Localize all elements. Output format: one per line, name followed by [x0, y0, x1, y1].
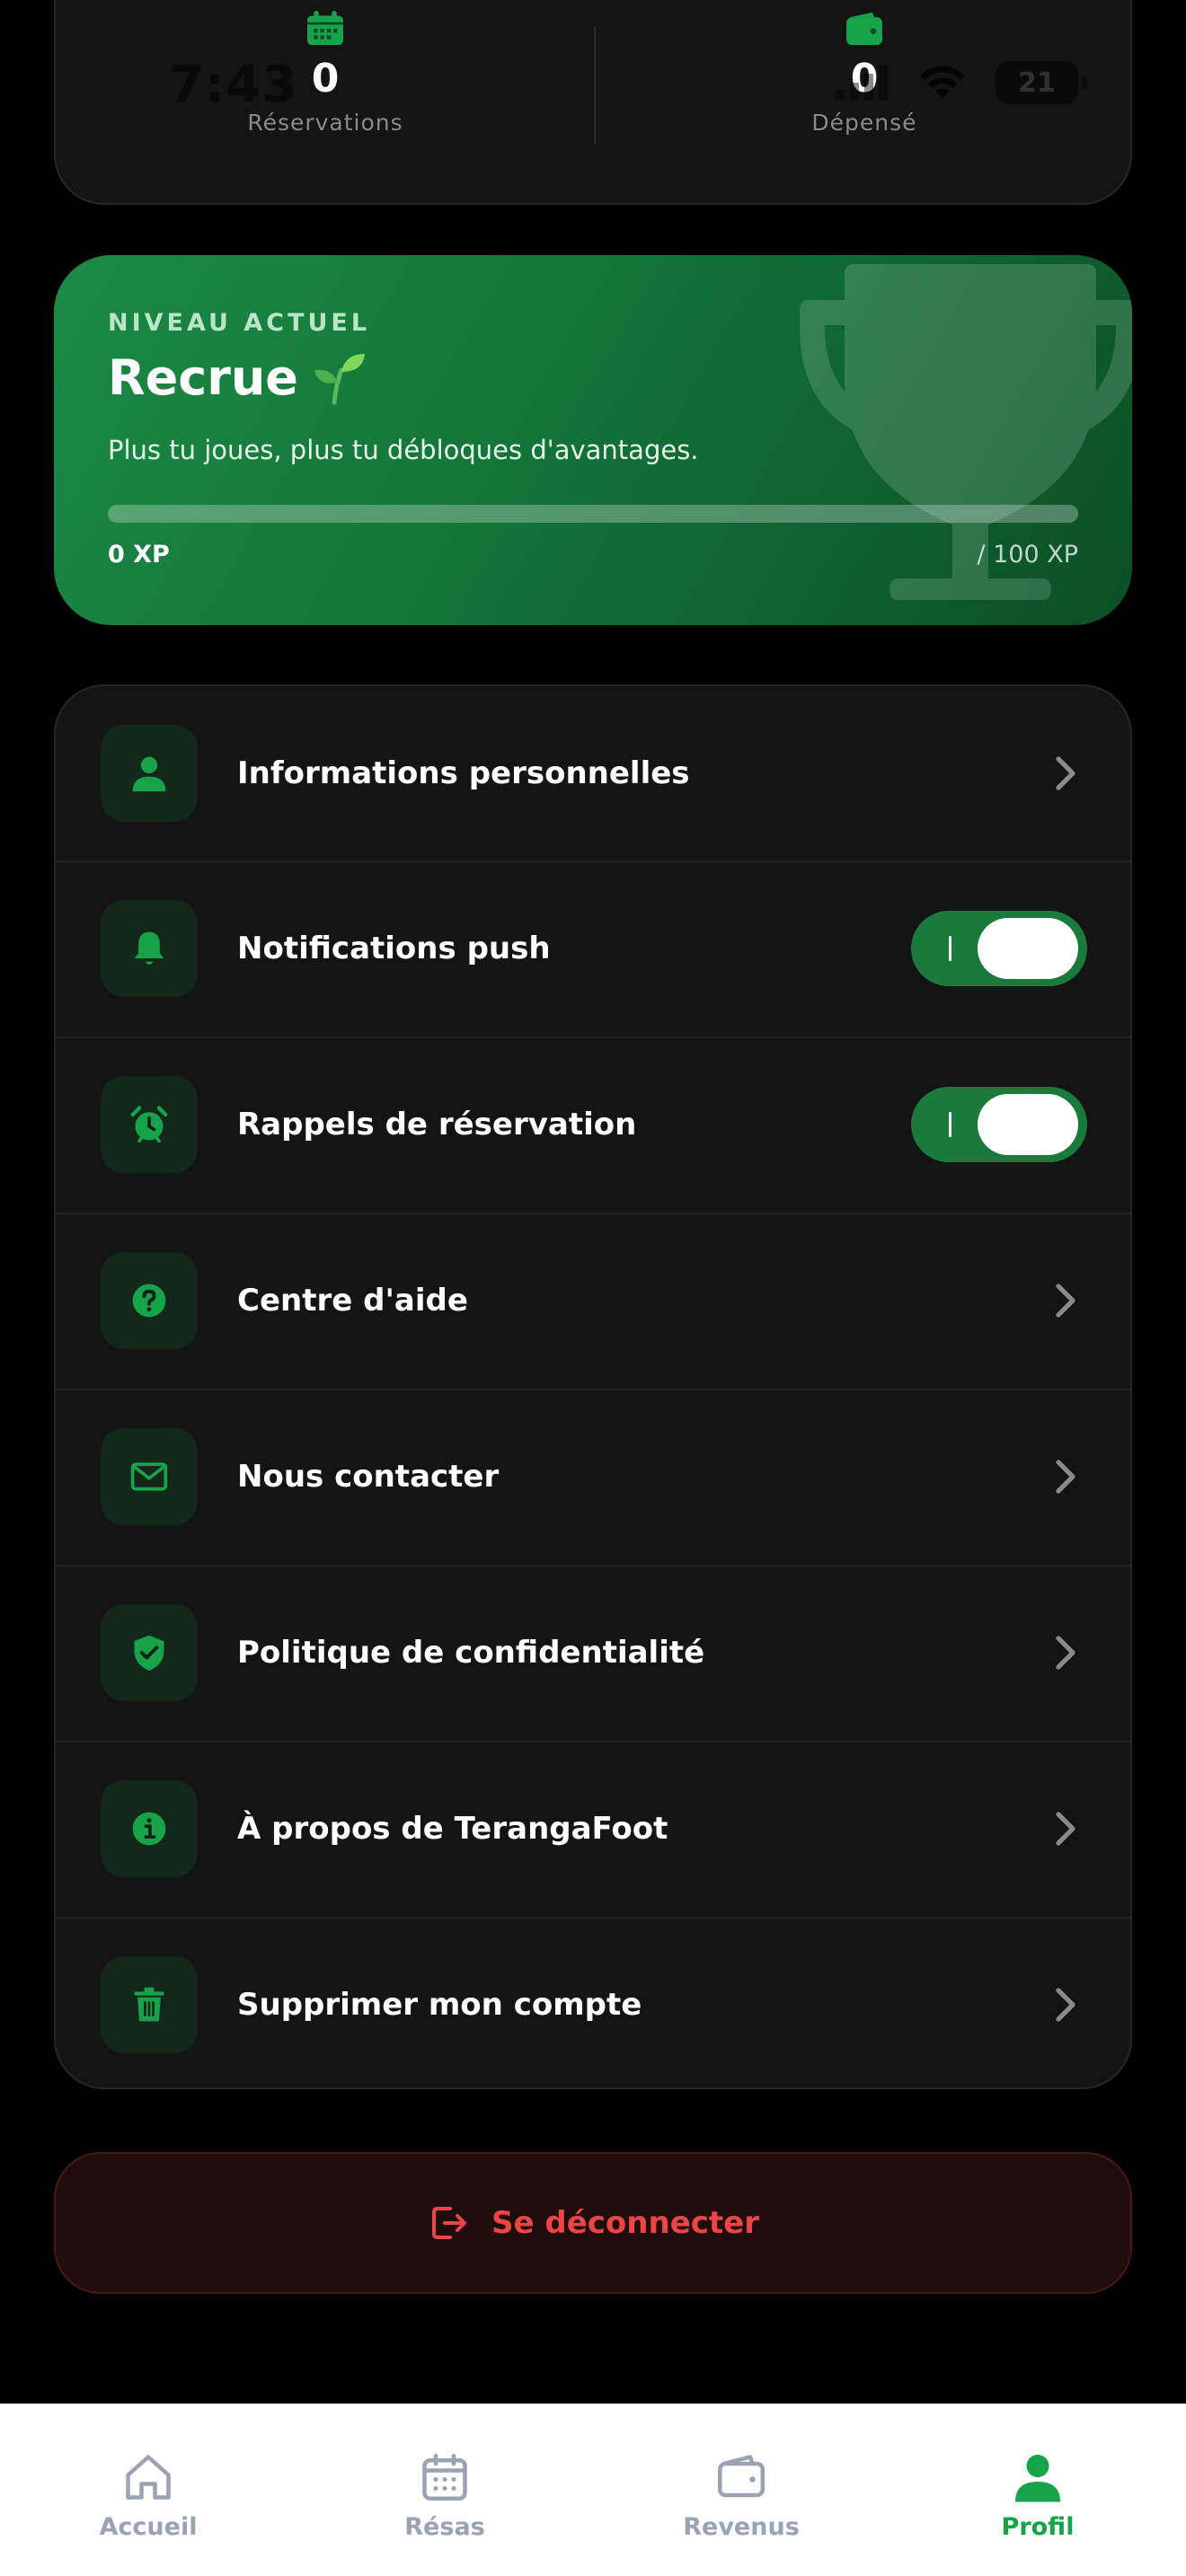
sprout-icon — [314, 354, 365, 405]
row-icon-container — [101, 1428, 198, 1525]
settings-row-label: Notifications push — [237, 931, 551, 966]
level-eyebrow: NIVEAU ACTUEL — [108, 309, 371, 337]
wallet-icon — [718, 2455, 765, 2498]
settings-row-label: Supprimer mon compte — [237, 1987, 642, 2023]
user-icon — [1015, 2455, 1060, 2502]
row-icon-container — [101, 1252, 198, 1349]
settings-row-label: Politique de confidentialité — [237, 1635, 705, 1671]
battery-indicator: 21 — [996, 61, 1087, 104]
mail-icon — [130, 1462, 168, 1491]
spent-label: Dépensé — [811, 110, 917, 136]
chevron-right-icon — [1056, 756, 1075, 790]
logout-label: Se déconnecter — [491, 2205, 759, 2241]
logout-icon — [432, 2207, 466, 2239]
settings-list: Informations personnelles Notifications … — [54, 684, 1132, 2089]
toggle-knob — [978, 918, 1078, 979]
settings-row-help-center[interactable]: Centre d'aide — [56, 1213, 1130, 1387]
settings-row-push-notifications: Notifications push — [56, 860, 1130, 1035]
settings-row-about[interactable]: À propos de TerangaFoot — [56, 1741, 1130, 1915]
push-notifications-toggle[interactable] — [911, 911, 1087, 986]
level-title: Recrue — [108, 348, 367, 406]
chevron-right-icon — [1056, 1284, 1075, 1318]
logout-button[interactable]: Se déconnecter — [54, 2152, 1132, 2294]
trash-icon — [134, 1987, 164, 2022]
help-circle-icon — [132, 1284, 166, 1318]
level-subtitle: Plus tu joues, plus tu débloques d'avant… — [108, 435, 699, 465]
row-icon-container — [101, 1604, 198, 1701]
row-icon-container — [101, 900, 198, 997]
chevron-right-icon — [1056, 1812, 1075, 1846]
toggle-on-mark — [949, 936, 951, 961]
row-icon-container — [101, 1956, 198, 2053]
tab-label: Accueil — [99, 2513, 198, 2541]
trophy-icon — [800, 264, 1132, 600]
level-name: Recrue — [108, 348, 298, 406]
tab-label: Profil — [1001, 2513, 1075, 2541]
xp-progress-bar — [108, 505, 1078, 523]
shield-check-icon — [134, 1635, 164, 1672]
toggle-knob — [978, 1094, 1078, 1155]
settings-row-label: Informations personnelles — [237, 755, 690, 791]
settings-row-booking-reminders: Rappels de réservation — [56, 1037, 1130, 1211]
calendar-icon — [422, 2454, 467, 2501]
settings-row-personal-info[interactable]: Informations personnelles — [56, 686, 1130, 860]
settings-row-label: Centre d'aide — [237, 1283, 468, 1319]
chevron-right-icon — [1056, 1636, 1075, 1670]
tab-revenue[interactable]: Revenus — [593, 2404, 890, 2576]
wifi-icon — [920, 66, 965, 99]
settings-row-delete-account[interactable]: Supprimer mon compte — [56, 1917, 1130, 2087]
toggle-on-mark — [949, 1112, 951, 1137]
info-icon — [132, 1812, 166, 1846]
status-indicators: 21 — [836, 61, 1087, 104]
bell-icon — [134, 931, 164, 965]
chevron-right-icon — [1056, 1460, 1075, 1494]
xp-current: 0 XP — [108, 541, 170, 569]
signal-icon — [836, 65, 888, 101]
reservations-count: 0 — [311, 56, 340, 101]
stats-divider — [594, 27, 596, 144]
settings-row-label: À propos de TerangaFoot — [237, 1811, 668, 1847]
tab-bookings[interactable]: Résas — [296, 2404, 593, 2576]
tab-label: Résas — [404, 2513, 485, 2541]
calendar-icon — [307, 11, 343, 46]
row-icon-container — [101, 1076, 198, 1173]
settings-row-contact-us[interactable]: Nous contacter — [56, 1389, 1130, 1563]
booking-reminders-toggle[interactable] — [911, 1087, 1087, 1162]
tab-label: Revenus — [683, 2513, 800, 2541]
settings-row-privacy-policy[interactable]: Politique de confidentialité — [56, 1565, 1130, 1739]
xp-max: / 100 XP — [977, 541, 1078, 569]
wallet-icon — [846, 12, 882, 46]
tab-profile[interactable]: Profil — [890, 2404, 1186, 2576]
tab-home[interactable]: Accueil — [0, 2404, 296, 2576]
level-card: NIVEAU ACTUEL Recrue Plus tu joues, plus… — [54, 255, 1132, 625]
status-time: 7:43 — [169, 56, 298, 114]
user-icon — [132, 756, 166, 792]
home-icon — [126, 2455, 171, 2500]
chevron-right-icon — [1056, 1988, 1075, 2022]
row-icon-container — [101, 1780, 198, 1877]
settings-row-label: Rappels de réservation — [237, 1107, 637, 1142]
bottom-tab-bar: Accueil Résas Revenus Profil — [0, 2404, 1186, 2576]
row-icon-container — [101, 725, 198, 822]
settings-row-label: Nous contacter — [237, 1459, 500, 1495]
alarm-clock-icon — [130, 1106, 168, 1143]
